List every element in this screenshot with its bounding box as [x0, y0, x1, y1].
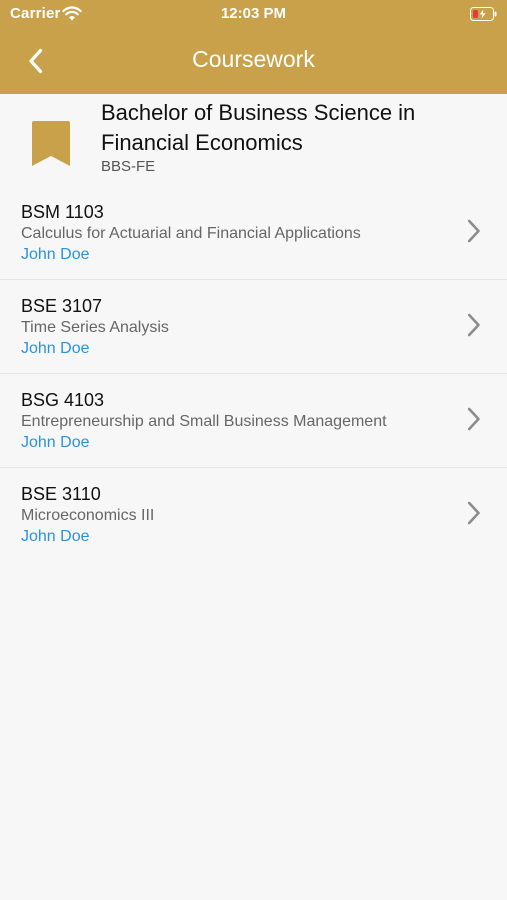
lecturer-name: John Doe	[21, 340, 90, 357]
dark-mode-toggle[interactable]	[463, 45, 487, 73]
course-row[interactable]: BSE 3110 Microeconomics III John Doe	[0, 468, 507, 561]
chevron-right-icon	[467, 407, 480, 431]
program-header: Bachelor of Business Science in Financia…	[0, 94, 507, 186]
top-header: Carrier 12:03 PM Coursework	[0, 0, 507, 94]
chevron-right-icon	[467, 501, 480, 525]
course-name: Microeconomics III	[21, 507, 155, 524]
course-row[interactable]: BSE 3107 Time Series Analysis John Doe	[0, 280, 507, 374]
lecturer-name: John Doe	[21, 434, 90, 451]
chevron-right-icon	[467, 219, 480, 243]
status-time: 12:03 PM	[220, 5, 287, 22]
battery-icon	[470, 7, 497, 21]
course-name: Time Series Analysis	[21, 319, 169, 336]
course-code: BSM 1103	[21, 202, 104, 222]
lecturer-name: John Doe	[21, 246, 90, 263]
course-name: Entrepreneurship and Small Business Mana…	[21, 413, 387, 430]
lecturer-name: John Doe	[21, 528, 90, 545]
status-bar: Carrier 12:03 PM	[0, 0, 507, 28]
chevron-right-icon	[467, 313, 480, 337]
course-code: BSE 3110	[21, 484, 101, 504]
program-code: BBS-FE	[101, 158, 156, 175]
course-row[interactable]: BSG 4103 Entrepreneurship and Small Busi…	[0, 374, 507, 468]
course-row[interactable]: BSM 1103 Calculus for Actuarial and Fina…	[0, 186, 507, 280]
course-code: BSG 4103	[21, 390, 105, 410]
course-list: BSM 1103 Calculus for Actuarial and Fina…	[0, 186, 507, 561]
course-code: BSE 3107	[21, 296, 103, 316]
moon-icon	[469, 48, 480, 70]
course-name: Calculus for Actuarial and Financial App…	[21, 225, 361, 242]
navigation-bar: Coursework	[0, 28, 507, 94]
program-title: Bachelor of Business Science in Financia…	[101, 100, 416, 155]
bookmark-icon	[32, 121, 70, 166]
page-title: Coursework	[192, 46, 315, 72]
